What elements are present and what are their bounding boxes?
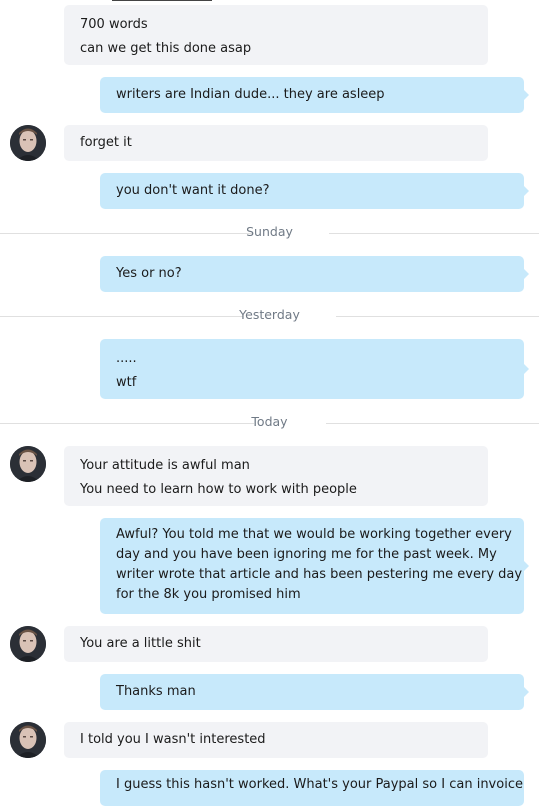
- date-divider: Today: [0, 413, 539, 433]
- message-line: Yes or no?: [116, 266, 182, 281]
- incoming-message[interactable]: 700 words can we get this done asap: [64, 5, 488, 65]
- message-line: 700 words: [80, 17, 148, 32]
- message-line: for the 8k you promised him: [116, 587, 301, 602]
- outgoing-message[interactable]: Awful? You told me that we would be work…: [100, 518, 529, 614]
- message-line: Awful? You told me that we would be work…: [116, 527, 512, 542]
- message-line: you don't want it done?: [116, 183, 270, 198]
- message-line: forget it: [80, 135, 132, 150]
- message-line: Your attitude is awful man: [80, 458, 250, 473]
- outgoing-message[interactable]: you don't want it done?: [100, 173, 529, 209]
- date-label: Today: [251, 414, 288, 429]
- outgoing-message[interactable]: writers are Indian dude... they are asle…: [100, 77, 529, 113]
- outgoing-message[interactable]: I guess this hasn't worked. What's your …: [100, 770, 524, 806]
- message-line: You need to learn how to work with peopl…: [80, 482, 357, 497]
- date-label: Yesterday: [239, 307, 300, 322]
- date-divider: Yesterday: [0, 306, 539, 326]
- date-label: Sunday: [246, 224, 293, 239]
- incoming-message[interactable]: Your attitude is awful man You need to l…: [64, 446, 488, 506]
- contact-avatar-icon[interactable]: [10, 722, 46, 758]
- message-line: can we get this done asap: [80, 41, 252, 56]
- incoming-message[interactable]: You are a little shit: [64, 626, 488, 662]
- message-line: wtf: [116, 375, 137, 390]
- contact-avatar-icon[interactable]: [10, 626, 46, 662]
- message-line: You are a little shit: [80, 636, 201, 651]
- incoming-message[interactable]: forget it: [64, 125, 488, 161]
- top-edge-line: [112, 0, 212, 1]
- message-line: .....: [116, 351, 137, 366]
- contact-avatar-icon[interactable]: [10, 446, 46, 482]
- message-line: I told you I wasn't interested: [80, 732, 266, 747]
- message-line: writers are Indian dude... they are asle…: [116, 87, 385, 102]
- contact-avatar-icon[interactable]: [10, 125, 46, 161]
- message-line: day and you have been ignoring me for th…: [116, 547, 497, 562]
- outgoing-message[interactable]: Yes or no?: [100, 256, 529, 292]
- date-divider: Sunday: [0, 223, 539, 243]
- message-line: Thanks man: [116, 684, 196, 699]
- incoming-message[interactable]: I told you I wasn't interested: [64, 722, 488, 758]
- outgoing-message[interactable]: ..... wtf: [100, 339, 529, 399]
- outgoing-message[interactable]: Thanks man: [100, 674, 529, 710]
- message-line: I guess this hasn't worked. What's your …: [116, 777, 523, 792]
- message-line: writer wrote that article and has been p…: [116, 567, 523, 582]
